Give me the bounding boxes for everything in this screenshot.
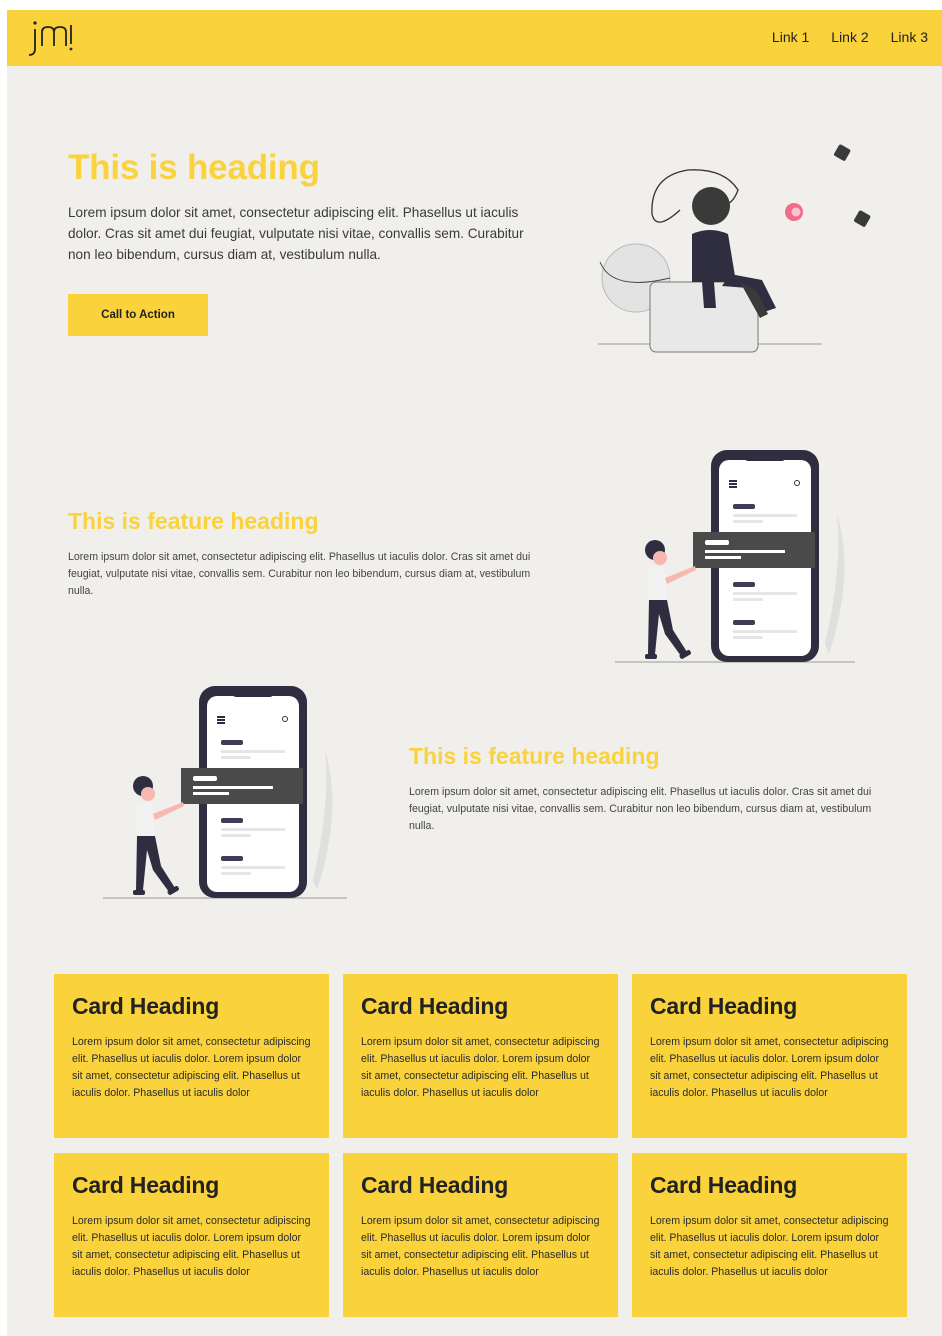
feature-heading-1: This is feature heading bbox=[68, 508, 319, 534]
card: Card Heading Lorem ipsum dolor sit amet,… bbox=[343, 1153, 618, 1317]
card: Card Heading Lorem ipsum dolor sit amet,… bbox=[54, 1153, 329, 1317]
nav-link-1[interactable]: Link 1 bbox=[772, 29, 809, 45]
top-navbar: Link 1 Link 2 Link 3 bbox=[7, 10, 942, 66]
nav-links: Link 1 Link 2 Link 3 bbox=[772, 29, 928, 45]
card-grid: Card Heading Lorem ipsum dolor sit amet,… bbox=[54, 974, 907, 1317]
card-text: Lorem ipsum dolor sit amet, consectetur … bbox=[650, 1215, 889, 1278]
card: Card Heading Lorem ipsum dolor sit amet,… bbox=[632, 974, 907, 1138]
hero-illustration bbox=[598, 144, 871, 353]
card-text: Lorem ipsum dolor sit amet, consectetur … bbox=[361, 1036, 600, 1099]
call-to-action-button[interactable]: Call to Action bbox=[68, 294, 208, 336]
feature-illustration-2 bbox=[103, 686, 347, 899]
card-text: Lorem ipsum dolor sit amet, consectetur … bbox=[361, 1215, 600, 1278]
nav-link-3[interactable]: Link 3 bbox=[891, 29, 928, 45]
card-heading: Card Heading bbox=[72, 1172, 220, 1198]
logo[interactable] bbox=[23, 16, 87, 60]
card: Card Heading Lorem ipsum dolor sit amet,… bbox=[343, 974, 618, 1138]
card-heading: Card Heading bbox=[650, 993, 798, 1019]
hero-heading: This is heading bbox=[68, 148, 320, 187]
card: Card Heading Lorem ipsum dolor sit amet,… bbox=[54, 974, 329, 1138]
nav-link-2[interactable]: Link 2 bbox=[831, 29, 868, 45]
card-text: Lorem ipsum dolor sit amet, consectetur … bbox=[72, 1215, 311, 1278]
card-text: Lorem ipsum dolor sit amet, consectetur … bbox=[650, 1036, 889, 1099]
card: Card Heading Lorem ipsum dolor sit amet,… bbox=[632, 1153, 907, 1317]
hero-paragraph: Lorem ipsum dolor sit amet, consectetur … bbox=[68, 205, 524, 262]
feature-illustration-1 bbox=[615, 450, 855, 663]
feature-paragraph-1: Lorem ipsum dolor sit amet, consectetur … bbox=[68, 551, 531, 597]
card-heading: Card Heading bbox=[361, 1172, 509, 1198]
feature-heading-2: This is feature heading bbox=[409, 743, 660, 769]
card-heading: Card Heading bbox=[650, 1172, 798, 1198]
card-heading: Card Heading bbox=[72, 993, 220, 1019]
card-heading: Card Heading bbox=[361, 993, 509, 1019]
feature-paragraph-2: Lorem ipsum dolor sit amet, consectetur … bbox=[409, 786, 872, 832]
card-text: Lorem ipsum dolor sit amet, consectetur … bbox=[72, 1036, 311, 1099]
page: Link 1 Link 2 Link 3 This is heading Lor… bbox=[7, 10, 942, 1336]
